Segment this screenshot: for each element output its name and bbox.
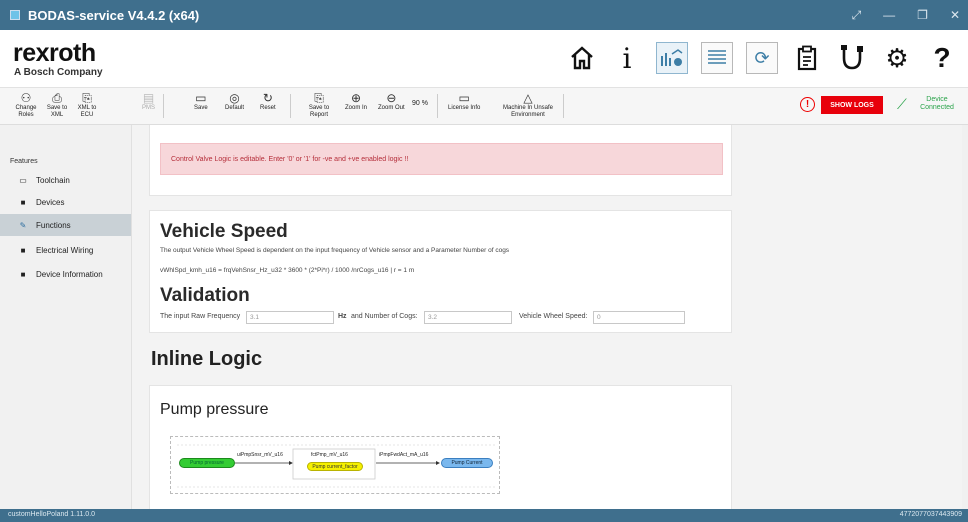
save-button[interactable]: ▭ Save (194, 91, 208, 112)
cogs-label: and Number of Cogs: (351, 313, 418, 320)
warning-triangle-icon: △ (523, 91, 533, 105)
function-block-title: fctPmp_mV_u16 (311, 452, 348, 458)
pump-pressure-input-node: Pump pressure (179, 458, 235, 468)
pump-current-output-node: Pump Current (441, 458, 493, 468)
cogs-input[interactable]: 3.2 (424, 311, 512, 324)
wrench-icon: ✎ (19, 220, 27, 230)
raw-frequency-input[interactable]: 3.1 (246, 311, 334, 324)
pms-icon: ▤ (142, 91, 155, 105)
raw-frequency-label: The input Raw Frequency (160, 313, 241, 320)
pump-pressure-title: Pump pressure (160, 401, 269, 418)
toolbar-divider (290, 94, 291, 118)
zoom-in-icon: ⊕ (350, 91, 362, 105)
clipboard-icon[interactable] (791, 42, 823, 74)
default-icon: ◎ (229, 91, 240, 105)
default-button[interactable]: ◎ Default (225, 91, 244, 112)
list-icon[interactable] (701, 42, 733, 74)
toolbar: ⚇ Change Roles ⎙ Save to XML ⎘ XML to EC… (0, 88, 968, 125)
signal-out-label: iPmpFwdAct_mA_u16 (379, 452, 429, 458)
sidebar-item-device-information[interactable]: ■ Device Information (0, 263, 131, 285)
brand-tagline: A Bosch Company (14, 67, 103, 78)
window-titlebar: BODAS-service V4.4.2 (x64) ⤢ — ❐ ✕ (0, 0, 968, 30)
save-xml-icon: ⎙ (52, 91, 62, 105)
top-nav: i ⟳ ⚙ ? (566, 42, 958, 75)
validation-form: The input Raw Frequency 3.1 Hz and Numbe… (160, 311, 720, 325)
brand-header: rexroth A Bosch Company i ⟳ ⚙ ? (0, 30, 968, 88)
fullscreen-icon[interactable]: ⤢ (852, 8, 862, 23)
machine-unsafe-button[interactable]: △ Machine In Unsafe Environment (498, 91, 558, 119)
status-left: customHelloPoland 1.11.0.0 (8, 511, 96, 518)
restore-icon[interactable]: ❐ (917, 8, 928, 22)
vehicle-speed-formula: vWhlSpd_kmh_u16 = frqVehSnsr_Hz_u32 * 36… (160, 267, 415, 274)
status-right: 4772077037443909 (899, 511, 962, 518)
signal-in-label: uiPmpSnsr_mV_u16 (237, 452, 283, 458)
connector-icon[interactable] (836, 42, 868, 74)
function-block-param: Pump current_factor (307, 462, 363, 471)
monitor-icon: ▭ (19, 175, 27, 185)
info-icon[interactable]: i (611, 42, 643, 75)
toolbar-divider (163, 94, 164, 118)
vehicle-speed-description: The output Vehicle Wheel Speed is depend… (160, 247, 510, 254)
vehicle-speed-card: Vehicle Speed The output Vehicle Wheel S… (149, 210, 732, 333)
save-icon: ▭ (195, 91, 207, 105)
plug-connected-icon: ⟋ (897, 96, 907, 112)
settings-icon[interactable]: ⚙ (881, 42, 913, 74)
sidebar-item-functions[interactable]: ✎ Functions (0, 214, 131, 236)
toolbar-divider (563, 94, 564, 118)
roles-icon: ⚇ (20, 91, 32, 105)
save-to-report-button[interactable]: ⎘ Save to Report (305, 91, 333, 119)
brand-logo: rexroth (13, 39, 96, 67)
home-icon[interactable] (566, 42, 598, 74)
reset-button[interactable]: ↻ Reset (260, 91, 276, 112)
main-content: Control Valve Logic is editable. Enter '… (132, 125, 968, 509)
wiring-icon: ■ (20, 245, 26, 255)
vehicle-speed-title: Vehicle Speed (160, 221, 288, 242)
toolbar-divider (437, 94, 438, 118)
zoom-in-button[interactable]: ⊕ Zoom In (345, 91, 367, 112)
report-icon: ⎘ (314, 91, 324, 105)
license-info-button[interactable]: ▭ License Info (448, 91, 480, 112)
zoom-out-button[interactable]: ⊖ Zoom Out (378, 91, 405, 112)
dashboard-icon[interactable] (656, 42, 688, 74)
window-title: BODAS-service V4.4.2 (x64) (28, 7, 200, 23)
control-valve-card: Control Valve Logic is editable. Enter '… (149, 125, 732, 196)
help-icon[interactable]: ? (926, 42, 958, 74)
device-status: Device Connected (920, 96, 954, 111)
wheel-speed-label: Vehicle Wheel Speed: (519, 313, 588, 320)
minimize-icon[interactable]: — (883, 8, 895, 22)
hz-unit-label: Hz (338, 313, 347, 320)
device-icon: ■ (20, 197, 26, 207)
scrollbar[interactable] (962, 125, 968, 509)
pms-button[interactable]: ▤ PMS (142, 91, 155, 112)
sidebar-item-toolchain[interactable]: ▭ Toolchain (0, 169, 131, 191)
change-roles-button[interactable]: ⚇ Change Roles (12, 91, 40, 119)
app-icon (10, 10, 20, 20)
validation-title: Validation (160, 285, 250, 306)
zoom-level: 90 % (412, 100, 428, 107)
zoom-out-icon: ⊖ (386, 91, 397, 105)
close-icon[interactable]: ✕ (950, 8, 960, 22)
sidebar-item-electrical-wiring[interactable]: ■ Electrical Wiring (0, 239, 131, 261)
reset-icon: ↻ (262, 91, 273, 105)
inline-logic-title: Inline Logic (151, 348, 263, 370)
save-to-xml-button[interactable]: ⎙ Save to XML (44, 91, 70, 119)
wheel-speed-input[interactable]: 0 (593, 311, 685, 324)
sidebar: Features ▭ Toolchain ■ Devices ✎ Functio… (0, 125, 132, 509)
pump-pressure-card: Pump pressure Pump pressure uiPmpSnsr_mV… (149, 385, 732, 509)
xml-ecu-icon: ⎘ (82, 91, 92, 105)
license-icon: ▭ (458, 91, 470, 105)
logic-diagram: Pump pressure uiPmpSnsr_mV_u16 fctPmp_mV… (170, 436, 500, 494)
alert-icon[interactable]: ! (800, 97, 815, 112)
show-logs-button[interactable]: SHOW LOGS (821, 96, 883, 114)
window-controls: ⤢ — ❐ ✕ (852, 0, 960, 30)
sync-icon[interactable]: ⟳ (746, 42, 778, 74)
status-bar: customHelloPoland 1.11.0.0 4772077037443… (0, 509, 968, 522)
sidebar-item-devices[interactable]: ■ Devices (0, 191, 131, 213)
sidebar-heading: Features (10, 158, 38, 165)
xml-to-ecu-button[interactable]: ⎘ XML to ECU (74, 91, 100, 119)
control-valve-alert: Control Valve Logic is editable. Enter '… (160, 143, 723, 175)
info-icon: ■ (20, 269, 26, 279)
